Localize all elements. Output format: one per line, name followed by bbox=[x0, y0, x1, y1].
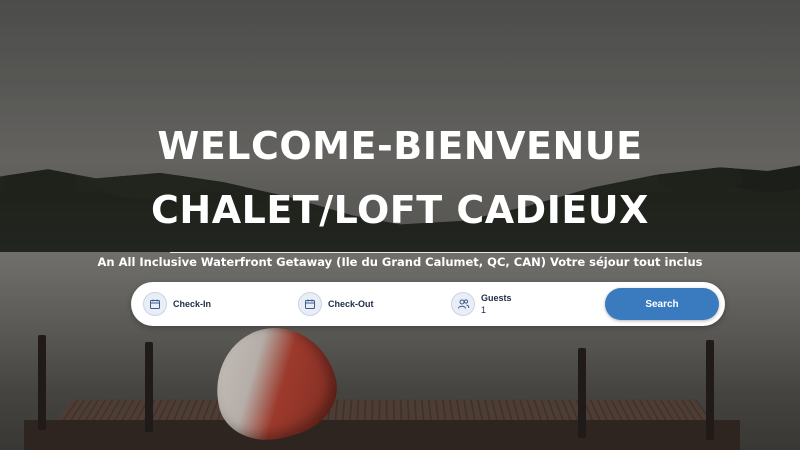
search-button[interactable]: Search bbox=[605, 288, 719, 320]
hero-title-line1: WELCOME-BIENVENUE bbox=[157, 124, 643, 168]
checkin-label: Check-In bbox=[173, 299, 212, 309]
checkout-label: Check-Out bbox=[328, 299, 374, 309]
users-icon bbox=[451, 292, 475, 316]
title-divider bbox=[170, 252, 688, 253]
guests-value: 1 bbox=[481, 305, 487, 315]
checkout-field[interactable]: Check-Out bbox=[298, 292, 374, 316]
hero-background: WELCOME-BIENVENUE CHALET/LOFT CADIEUX An… bbox=[0, 0, 800, 450]
calendar-icon bbox=[298, 292, 322, 316]
guests-field[interactable]: Guests 1 bbox=[451, 292, 512, 316]
calendar-icon bbox=[143, 292, 167, 316]
booking-search-bar: Check-In Check-Out Guests 1 Search bbox=[131, 282, 725, 326]
checkin-field[interactable]: Check-In bbox=[143, 292, 211, 316]
hero-subtitle: An All Inclusive Waterfront Getaway (Ile… bbox=[97, 255, 703, 269]
hero-title-line2: CHALET/LOFT CADIEUX bbox=[151, 188, 649, 232]
guests-label: Guests bbox=[481, 293, 512, 303]
